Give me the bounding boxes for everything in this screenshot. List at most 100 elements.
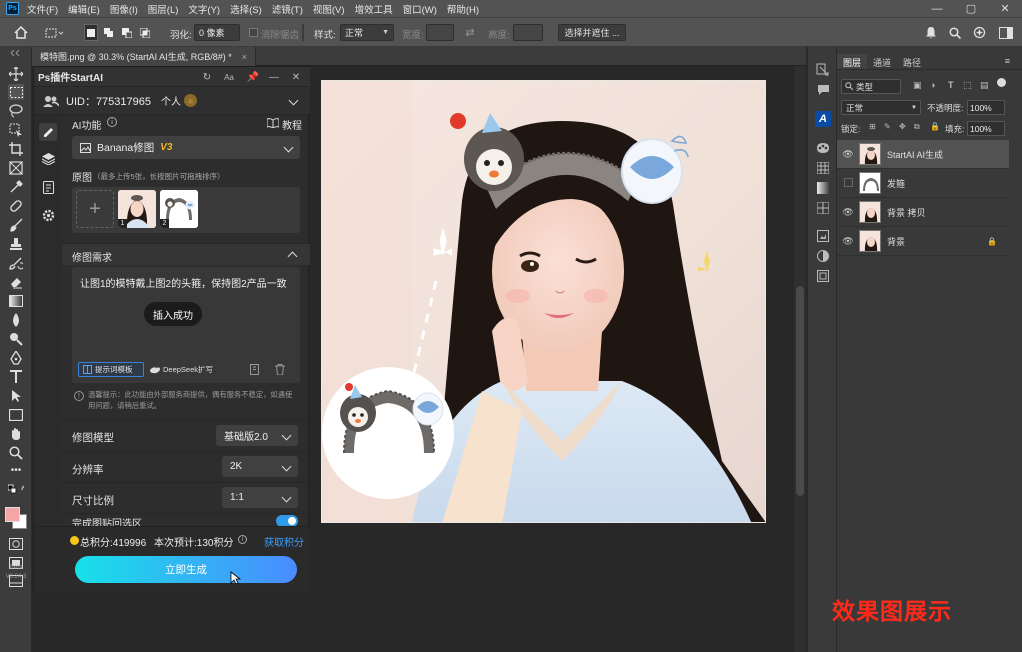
comments-panel-icon[interactable] xyxy=(816,83,830,97)
layer-row[interactable]: 👁 StartAI AI生成 xyxy=(837,140,1009,169)
layer-filter-select[interactable]: 类型 xyxy=(841,79,901,94)
discover-icon[interactable] xyxy=(972,24,986,41)
menu-window[interactable]: 窗口(W) xyxy=(403,2,437,16)
visibility-eye-icon[interactable]: 👁 xyxy=(837,207,859,218)
antialias-checkbox[interactable] xyxy=(248,24,258,41)
path-selection-tool-icon[interactable] xyxy=(8,388,24,404)
lasso-tool-icon[interactable] xyxy=(8,103,24,119)
pen-tool-icon[interactable] xyxy=(8,350,24,366)
opacity-input[interactable]: 100% xyxy=(967,100,1005,115)
blur-tool-icon[interactable] xyxy=(8,312,24,328)
menu-select[interactable]: 选择(S) xyxy=(230,2,262,16)
info-icon[interactable]: i xyxy=(107,117,117,127)
quick-mask-icon[interactable] xyxy=(8,536,24,552)
workspace-icon[interactable] xyxy=(998,24,1014,41)
prompt-textarea[interactable]: 让图1的模特戴上图2的头箍，保持图2产品一致 插入成功 提示词模板 DeepSe… xyxy=(72,267,300,383)
pin-icon[interactable]: 📌 xyxy=(246,70,260,84)
close-panel-icon[interactable]: ✕ xyxy=(289,70,303,84)
paste-back-toggle[interactable] xyxy=(276,515,298,526)
patterns-panel-icon[interactable] xyxy=(816,201,830,215)
dodge-tool-icon[interactable] xyxy=(8,331,24,347)
layer-row[interactable]: 👁 背景 拷贝 xyxy=(837,198,1009,227)
menu-type[interactable]: 文字(Y) xyxy=(188,2,220,16)
vertical-scrollbar[interactable] xyxy=(794,66,806,652)
edit-nav-icon[interactable] xyxy=(39,123,57,141)
refresh-icon[interactable]: ↻ xyxy=(200,70,214,84)
color-panel-icon[interactable] xyxy=(816,141,830,155)
gradients-panel-icon[interactable] xyxy=(816,181,830,195)
uploaded-thumb-2[interactable]: 2 xyxy=(160,190,198,228)
minimize-icon[interactable]: — xyxy=(920,3,954,15)
frame-tool-icon[interactable] xyxy=(8,160,24,176)
lock-image-icon[interactable]: ✎ xyxy=(884,122,891,131)
filter-type-icon[interactable]: T xyxy=(948,80,954,90)
new-selection-icon[interactable] xyxy=(84,24,98,41)
intersect-selection-icon[interactable] xyxy=(138,24,152,41)
object-selection-tool-icon[interactable] xyxy=(8,122,24,138)
fill-input[interactable]: 100% xyxy=(967,121,1005,136)
brush-tool-icon[interactable] xyxy=(8,217,24,233)
layer-row[interactable]: 👁 背景 🔒 xyxy=(837,227,1009,256)
filter-shape-icon[interactable]: ⬚ xyxy=(963,80,972,91)
deepseek-expand-button[interactable]: DeepSeek扩写 xyxy=(150,362,222,377)
requirements-section-header[interactable]: 修图需求 xyxy=(62,243,310,265)
visibility-off-box[interactable] xyxy=(837,177,859,189)
crop-tool-icon[interactable] xyxy=(8,141,24,157)
info-icon[interactable]: i xyxy=(238,535,247,544)
copy-icon[interactable] xyxy=(250,364,261,378)
close-window-icon[interactable]: ✕ xyxy=(988,2,1022,15)
feather-input[interactable]: 0 像素 xyxy=(194,24,240,41)
zoom-tool-icon[interactable] xyxy=(8,445,24,461)
width-input[interactable] xyxy=(426,24,454,41)
toolbar-collapse-icon[interactable] xyxy=(8,49,24,57)
settings-nav-icon[interactable] xyxy=(40,207,56,223)
move-tool-icon[interactable] xyxy=(8,66,24,82)
clone-stamp-tool-icon[interactable] xyxy=(8,236,24,252)
font-size-icon[interactable]: Aa xyxy=(222,70,236,84)
lock-transparent-icon[interactable]: ⊞ xyxy=(869,122,876,131)
style-select[interactable]: 正常 ▼ xyxy=(340,24,394,41)
minimize-panel-icon[interactable]: — xyxy=(267,70,281,84)
prompt-template-button[interactable]: 提示词模板 xyxy=(78,362,144,377)
photoshop-logo-icon[interactable]: Ps xyxy=(6,2,19,15)
marquee-tool-preset-icon[interactable] xyxy=(42,24,66,41)
tutorial-link[interactable]: 教程 xyxy=(282,117,302,132)
menu-layer[interactable]: 图层(L) xyxy=(148,2,179,16)
visibility-eye-icon[interactable]: 👁 xyxy=(837,236,859,247)
menu-view[interactable]: 视图(V) xyxy=(313,2,345,16)
menu-plugins[interactable]: 增效工具 xyxy=(355,2,393,16)
more-tools-icon[interactable]: ••• xyxy=(8,465,24,476)
menu-file[interactable]: 文件(F) xyxy=(27,2,58,16)
aspect-select[interactable]: 1:1 xyxy=(222,487,298,508)
select-and-mask-button[interactable]: 选择并遮住 ... xyxy=(558,24,626,41)
subtract-selection-icon[interactable] xyxy=(120,24,134,41)
default-colors-icon[interactable] xyxy=(8,483,24,495)
eyedropper-tool-icon[interactable] xyxy=(8,179,24,195)
notifications-icon[interactable] xyxy=(924,24,938,41)
filter-toggle-icon[interactable] xyxy=(997,78,1006,87)
visibility-eye-icon[interactable]: 👁 xyxy=(837,149,859,160)
maximize-icon[interactable]: ▢ xyxy=(954,2,988,15)
rectangular-marquee-tool-icon[interactable] xyxy=(8,84,24,100)
menu-image[interactable]: 图像(I) xyxy=(110,2,138,16)
lock-position-icon[interactable]: ✥ xyxy=(899,122,906,131)
layers-nav-icon[interactable] xyxy=(40,151,56,167)
panel-menu-icon[interactable]: ≡ xyxy=(999,54,1016,68)
generate-button[interactable]: 立即生成 xyxy=(75,556,297,583)
tab-channels[interactable]: 通道 xyxy=(867,54,897,69)
add-image-button[interactable]: + xyxy=(76,190,114,228)
search-icon[interactable] xyxy=(948,24,962,41)
blend-mode-select[interactable]: 正常 ▼ xyxy=(841,100,921,115)
uploaded-thumb-1[interactable]: 1 xyxy=(118,190,156,228)
filter-pixel-icon[interactable]: ▣ xyxy=(913,80,922,91)
chevron-down-icon[interactable] xyxy=(288,95,299,106)
swap-dimensions-icon[interactable]: ⇄ xyxy=(463,24,477,41)
tab-layers[interactable]: 图层 xyxy=(837,54,868,69)
swatches-panel-icon[interactable] xyxy=(816,161,830,175)
lock-all-icon[interactable]: 🔒 xyxy=(930,122,940,131)
hand-tool-icon[interactable] xyxy=(8,426,24,442)
history-panel-icon[interactable] xyxy=(816,63,830,77)
rectangle-tool-icon[interactable] xyxy=(8,407,24,423)
document-canvas[interactable] xyxy=(321,80,766,523)
ai-model-dropdown[interactable]: Banana修图 V3 xyxy=(72,136,300,159)
